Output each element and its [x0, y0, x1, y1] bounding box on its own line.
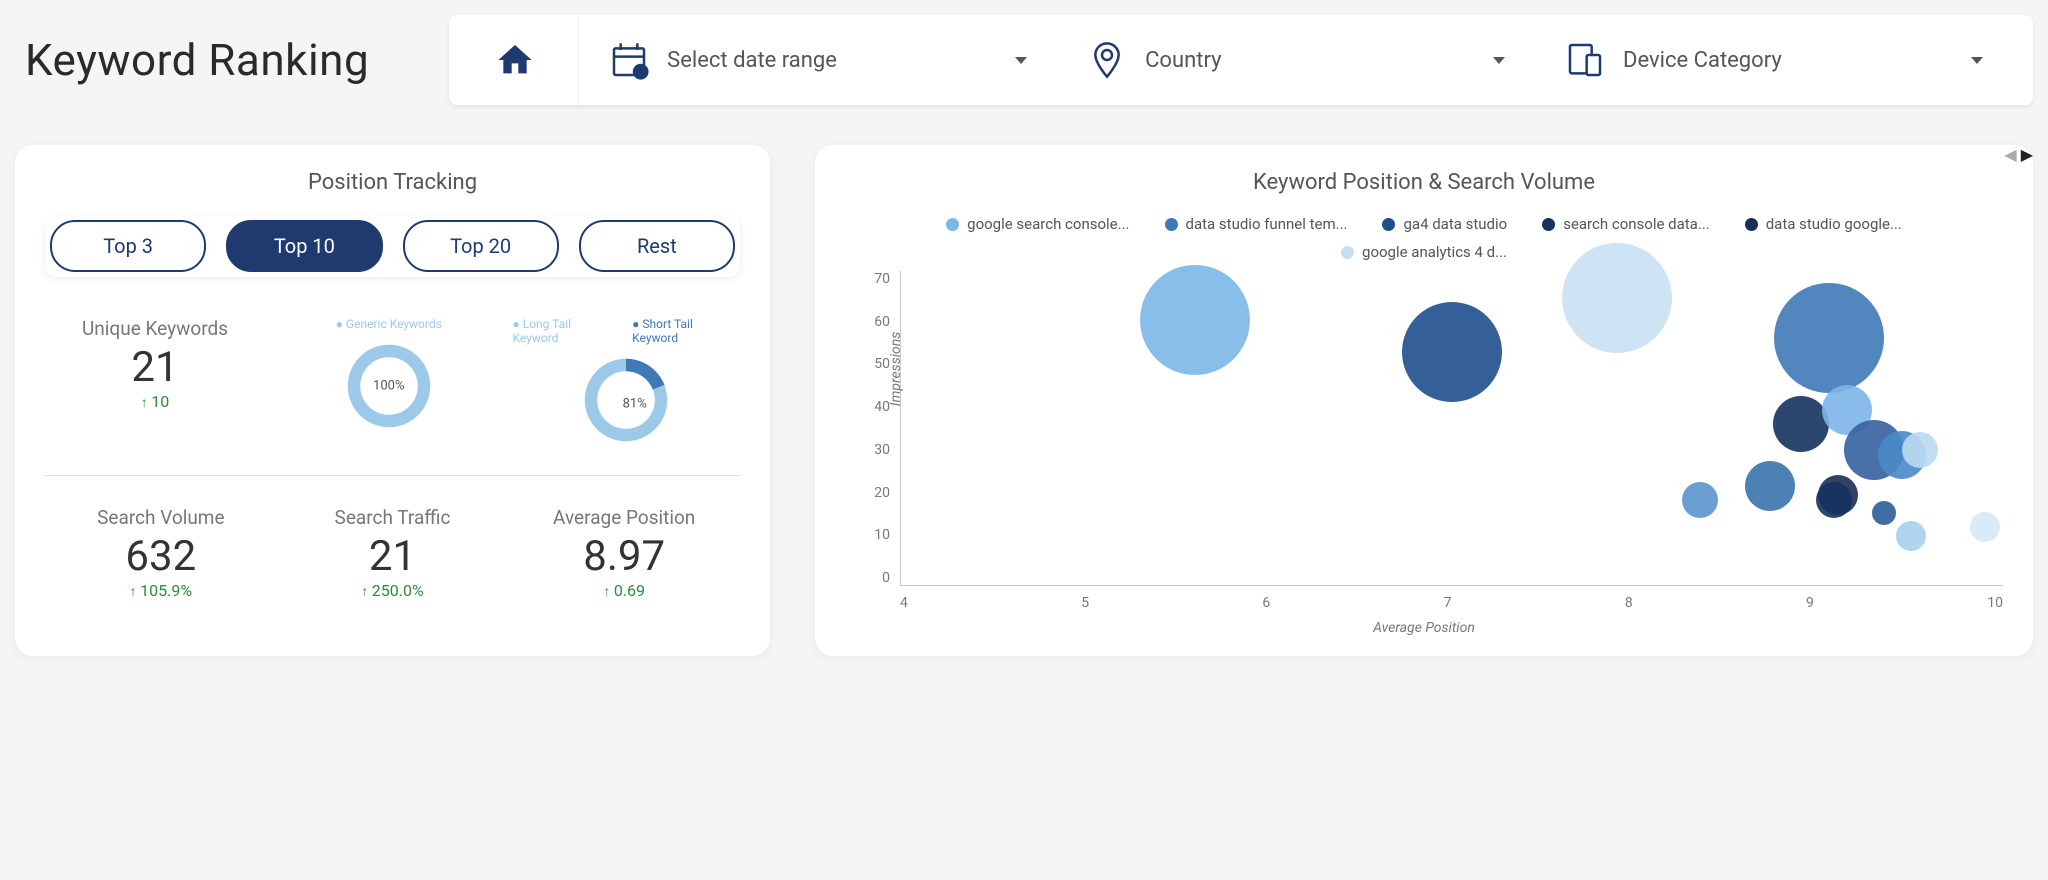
- calendar-icon: [609, 40, 649, 80]
- bubble[interactable]: [1773, 396, 1829, 452]
- x-axis: 45678910: [900, 595, 2003, 611]
- tab-top20[interactable]: Top 20: [403, 220, 559, 272]
- search-volume-stat: Search Volume 632 105.9%: [45, 506, 277, 600]
- plot: Impressions: [900, 271, 2003, 586]
- device-label: Device Category: [1623, 48, 1782, 73]
- home-icon: [495, 40, 535, 80]
- avg-position-stat: Average Position 8.97 0.69: [508, 506, 740, 600]
- chart-area: 706050403020100 Impressions 45678910 Ave…: [845, 271, 2003, 631]
- bubble[interactable]: [1970, 512, 2000, 542]
- chevron-down-icon: [1493, 57, 1505, 64]
- country-dropdown[interactable]: Country: [1057, 40, 1535, 80]
- chevron-down-icon: [1971, 57, 1983, 64]
- page-title: Keyword Ranking: [15, 34, 369, 86]
- toolbar: Select date range Country Device Categor…: [449, 15, 2033, 105]
- bubble[interactable]: [1896, 521, 1926, 551]
- position-tracking-title: Position Tracking: [45, 170, 740, 195]
- tab-top3[interactable]: Top 3: [50, 220, 206, 272]
- tabs: Top 3 Top 10 Top 20 Rest: [45, 215, 740, 277]
- y-axis: 706050403020100: [845, 271, 890, 586]
- home-button[interactable]: [469, 15, 579, 105]
- bubble[interactable]: [1140, 265, 1250, 375]
- chevron-down-icon: [1015, 57, 1027, 64]
- bubble[interactable]: [1562, 243, 1672, 353]
- bubble[interactable]: [1745, 461, 1795, 511]
- tab-rest[interactable]: Rest: [579, 220, 735, 272]
- generic-keywords-donut: Generic Keywords 100%: [275, 317, 503, 431]
- location-icon: [1087, 40, 1127, 80]
- bubble-chart-title: Keyword Position & Search Volume: [845, 170, 2003, 195]
- position-tracking-card: Position Tracking Top 3 Top 10 Top 20 Re…: [15, 145, 770, 656]
- unique-keywords-stat: Unique Keywords 21 10: [45, 317, 265, 411]
- devices-icon: [1565, 40, 1605, 80]
- search-traffic-stat: Search Traffic 21 250.0%: [277, 506, 509, 600]
- tail-keywords-donut: Long Tail Keyword Short Tail Keyword 81%: [513, 317, 741, 445]
- device-dropdown[interactable]: Device Category: [1535, 40, 2013, 80]
- bubble[interactable]: [1816, 482, 1852, 518]
- bubble-chart-card: Keyword Position & Search Volume ◀▶ goog…: [815, 145, 2033, 656]
- bubble[interactable]: [1902, 432, 1938, 468]
- prev-icon[interactable]: ◀: [2004, 145, 2016, 164]
- chart-legend: google search console...data studio funn…: [845, 215, 2003, 261]
- chart-pager[interactable]: ◀▶: [2004, 145, 2033, 164]
- country-label: Country: [1145, 48, 1221, 73]
- date-range-label: Select date range: [667, 48, 837, 73]
- bubble[interactable]: [1872, 501, 1896, 525]
- bubble[interactable]: [1682, 482, 1718, 518]
- bubble[interactable]: [1774, 283, 1884, 393]
- next-icon[interactable]: ▶: [2021, 145, 2033, 164]
- bubble[interactable]: [1402, 302, 1502, 402]
- date-range-dropdown[interactable]: Select date range: [579, 40, 1057, 80]
- tab-top10[interactable]: Top 10: [226, 220, 382, 272]
